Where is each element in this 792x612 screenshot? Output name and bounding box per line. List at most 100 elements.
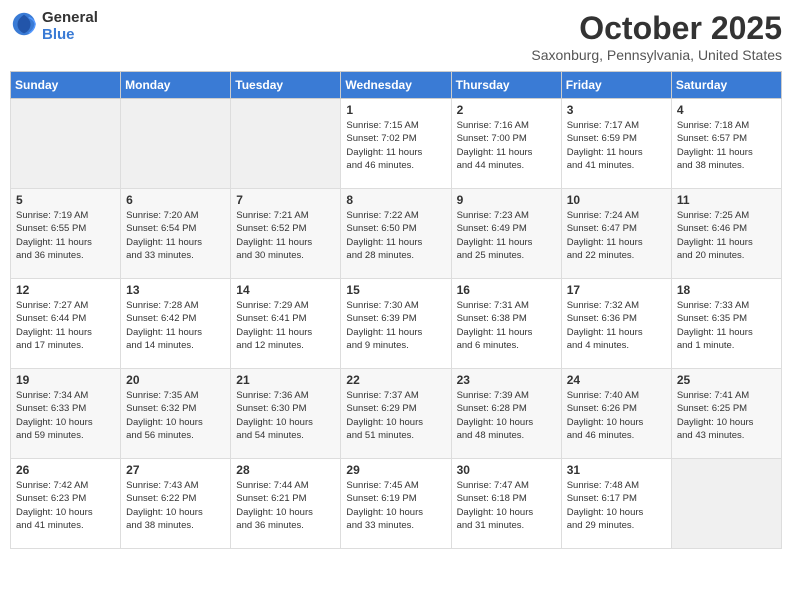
day-info: Sunrise: 7:16 AM Sunset: 7:00 PM Dayligh… — [457, 119, 556, 172]
weekday-header-row: SundayMondayTuesdayWednesdayThursdayFrid… — [11, 72, 782, 99]
calendar-cell: 17 Sunrise: 7:32 AM Sunset: 6:36 PM Dayli… — [561, 279, 671, 369]
day-info: Sunrise: 7:25 AM Sunset: 6:46 PM Dayligh… — [677, 209, 776, 262]
day-info: Sunrise: 7:47 AM Sunset: 6:18 PM Dayligh… — [457, 479, 556, 532]
day-number: 11 — [677, 193, 776, 207]
day-number: 6 — [126, 193, 225, 207]
calendar-week-row: 26Sunrise: 7:42 AM Sunset: 6:23 PM Dayli… — [11, 459, 782, 549]
calendar-subtitle: Saxonburg, Pennsylvania, United States — [531, 47, 782, 63]
day-number: 31 — [567, 463, 666, 477]
day-info: Sunrise: 7:27 AM Sunset: 6:44 PM Dayligh… — [16, 299, 115, 352]
title-area: October 2025 Saxonburg, Pennsylvania, Un… — [531, 10, 782, 63]
calendar-week-row: 12Sunrise: 7:27 AM Sunset: 6:44 PM Dayli… — [11, 279, 782, 369]
day-info: Sunrise: 7:20 AM Sunset: 6:54 PM Dayligh… — [126, 209, 225, 262]
weekday-header-monday: Monday — [121, 72, 231, 99]
logo-icon — [10, 10, 38, 43]
calendar-cell: 25Sunrise: 7:41 AM Sunset: 6:25 PM Dayli… — [671, 369, 781, 459]
day-info: Sunrise: 7:48 AM Sunset: 6:17 PM Dayligh… — [567, 479, 666, 532]
day-info: Sunrise: 7:23 AM Sunset: 6:49 PM Dayligh… — [457, 209, 556, 262]
calendar-cell: 23 Sunrise: 7:39 AM Sunset: 6:28 PM Dayli… — [451, 369, 561, 459]
calendar-cell: 19 Sunrise: 7:34 AM Sunset: 6:33 PM Dayli… — [11, 369, 121, 459]
calendar-cell: 26Sunrise: 7:42 AM Sunset: 6:23 PM Dayli… — [11, 459, 121, 549]
day-info: Sunrise: 7:35 AM Sunset: 6:32 PM Dayligh… — [126, 389, 225, 442]
calendar-cell: 21 Sunrise: 7:36 AM Sunset: 6:30 PM Dayli… — [231, 369, 341, 459]
day-info: Sunrise: 7:33 AM Sunset: 6:35 PM Dayligh… — [677, 299, 776, 352]
day-number: 7 — [236, 193, 335, 207]
calendar-cell: 12Sunrise: 7:27 AM Sunset: 6:44 PM Dayli… — [11, 279, 121, 369]
day-info: Sunrise: 7:40 AM Sunset: 6:26 PM Dayligh… — [567, 389, 666, 442]
day-info: Sunrise: 7:24 AM Sunset: 6:47 PM Dayligh… — [567, 209, 666, 262]
day-info: Sunrise: 7:32 AM Sunset: 6:36 PM Dayligh… — [567, 299, 666, 352]
calendar-cell: 27Sunrise: 7:43 AM Sunset: 6:22 PM Dayli… — [121, 459, 231, 549]
page-header: General Blue October 2025 Saxonburg, Pen… — [10, 10, 782, 63]
day-number: 1 — [346, 103, 445, 117]
day-info: Sunrise: 7:15 AM Sunset: 7:02 PM Dayligh… — [346, 119, 445, 172]
calendar-week-row: 19 Sunrise: 7:34 AM Sunset: 6:33 PM Dayli… — [11, 369, 782, 459]
day-number: 4 — [677, 103, 776, 117]
day-info: Sunrise: 7:43 AM Sunset: 6:22 PM Dayligh… — [126, 479, 225, 532]
day-number: 10 — [567, 193, 666, 207]
day-number: 30 — [457, 463, 556, 477]
calendar-cell: 4 Sunrise: 7:18 AM Sunset: 6:57 PM Daylig… — [671, 99, 781, 189]
day-info: Sunrise: 7:39 AM Sunset: 6:28 PM Dayligh… — [457, 389, 556, 442]
day-number: 29 — [346, 463, 445, 477]
day-number: 2 — [457, 103, 556, 117]
calendar-cell: 15 Sunrise: 7:30 AM Sunset: 6:39 PM Dayli… — [341, 279, 451, 369]
day-number: 26 — [16, 463, 115, 477]
calendar-cell: 11 Sunrise: 7:25 AM Sunset: 6:46 PM Dayli… — [671, 189, 781, 279]
weekday-header-tuesday: Tuesday — [231, 72, 341, 99]
calendar-week-row: 5Sunrise: 7:19 AM Sunset: 6:55 PM Daylig… — [11, 189, 782, 279]
day-info: Sunrise: 7:45 AM Sunset: 6:19 PM Dayligh… — [346, 479, 445, 532]
day-number: 21 — [236, 373, 335, 387]
weekday-header-thursday: Thursday — [451, 72, 561, 99]
calendar-cell — [121, 99, 231, 189]
day-number: 13 — [126, 283, 225, 297]
calendar-cell: 10 Sunrise: 7:24 AM Sunset: 6:47 PM Dayli… — [561, 189, 671, 279]
calendar-cell — [231, 99, 341, 189]
day-number: 28 — [236, 463, 335, 477]
day-info: Sunrise: 7:34 AM Sunset: 6:33 PM Dayligh… — [16, 389, 115, 442]
day-info: Sunrise: 7:30 AM Sunset: 6:39 PM Dayligh… — [346, 299, 445, 352]
weekday-header-saturday: Saturday — [671, 72, 781, 99]
calendar-cell: 22 Sunrise: 7:37 AM Sunset: 6:29 PM Dayli… — [341, 369, 451, 459]
calendar-cell: 7 Sunrise: 7:21 AM Sunset: 6:52 PM Daylig… — [231, 189, 341, 279]
day-number: 8 — [346, 193, 445, 207]
weekday-header-wednesday: Wednesday — [341, 72, 451, 99]
calendar-cell: 24Sunrise: 7:40 AM Sunset: 6:26 PM Dayli… — [561, 369, 671, 459]
logo-text-general: General — [42, 10, 98, 27]
day-number: 17 — [567, 283, 666, 297]
day-info: Sunrise: 7:31 AM Sunset: 6:38 PM Dayligh… — [457, 299, 556, 352]
calendar-cell: 20 Sunrise: 7:35 AM Sunset: 6:32 PM Dayli… — [121, 369, 231, 459]
calendar-cell: 16 Sunrise: 7:31 AM Sunset: 6:38 PM Dayli… — [451, 279, 561, 369]
day-number: 19 — [16, 373, 115, 387]
day-number: 22 — [346, 373, 445, 387]
day-info: Sunrise: 7:29 AM Sunset: 6:41 PM Dayligh… — [236, 299, 335, 352]
calendar-cell: 8Sunrise: 7:22 AM Sunset: 6:50 PM Daylig… — [341, 189, 451, 279]
day-info: Sunrise: 7:18 AM Sunset: 6:57 PM Dayligh… — [677, 119, 776, 172]
calendar-cell — [671, 459, 781, 549]
calendar-cell: 9 Sunrise: 7:23 AM Sunset: 6:49 PM Daylig… — [451, 189, 561, 279]
day-info: Sunrise: 7:41 AM Sunset: 6:25 PM Dayligh… — [677, 389, 776, 442]
day-number: 15 — [346, 283, 445, 297]
calendar-cell: 3Sunrise: 7:17 AM Sunset: 6:59 PM Daylig… — [561, 99, 671, 189]
day-number: 20 — [126, 373, 225, 387]
day-number: 23 — [457, 373, 556, 387]
calendar-cell: 13 Sunrise: 7:28 AM Sunset: 6:42 PM Dayli… — [121, 279, 231, 369]
day-info: Sunrise: 7:21 AM Sunset: 6:52 PM Dayligh… — [236, 209, 335, 262]
day-number: 18 — [677, 283, 776, 297]
calendar-cell: 6 Sunrise: 7:20 AM Sunset: 6:54 PM Daylig… — [121, 189, 231, 279]
day-number: 9 — [457, 193, 556, 207]
day-info: Sunrise: 7:19 AM Sunset: 6:55 PM Dayligh… — [16, 209, 115, 262]
calendar-cell: 14Sunrise: 7:29 AM Sunset: 6:41 PM Dayli… — [231, 279, 341, 369]
day-number: 16 — [457, 283, 556, 297]
calendar-week-row: 1 Sunrise: 7:15 AM Sunset: 7:02 PM Daylig… — [11, 99, 782, 189]
day-info: Sunrise: 7:36 AM Sunset: 6:30 PM Dayligh… — [236, 389, 335, 442]
weekday-header-friday: Friday — [561, 72, 671, 99]
day-info: Sunrise: 7:37 AM Sunset: 6:29 PM Dayligh… — [346, 389, 445, 442]
day-number: 3 — [567, 103, 666, 117]
calendar-title: October 2025 — [531, 10, 782, 47]
day-info: Sunrise: 7:28 AM Sunset: 6:42 PM Dayligh… — [126, 299, 225, 352]
calendar-cell: 31 Sunrise: 7:48 AM Sunset: 6:17 PM Dayli… — [561, 459, 671, 549]
calendar-cell: 28Sunrise: 7:44 AM Sunset: 6:21 PM Dayli… — [231, 459, 341, 549]
weekday-header-sunday: Sunday — [11, 72, 121, 99]
calendar-cell: 29 Sunrise: 7:45 AM Sunset: 6:19 PM Dayli… — [341, 459, 451, 549]
